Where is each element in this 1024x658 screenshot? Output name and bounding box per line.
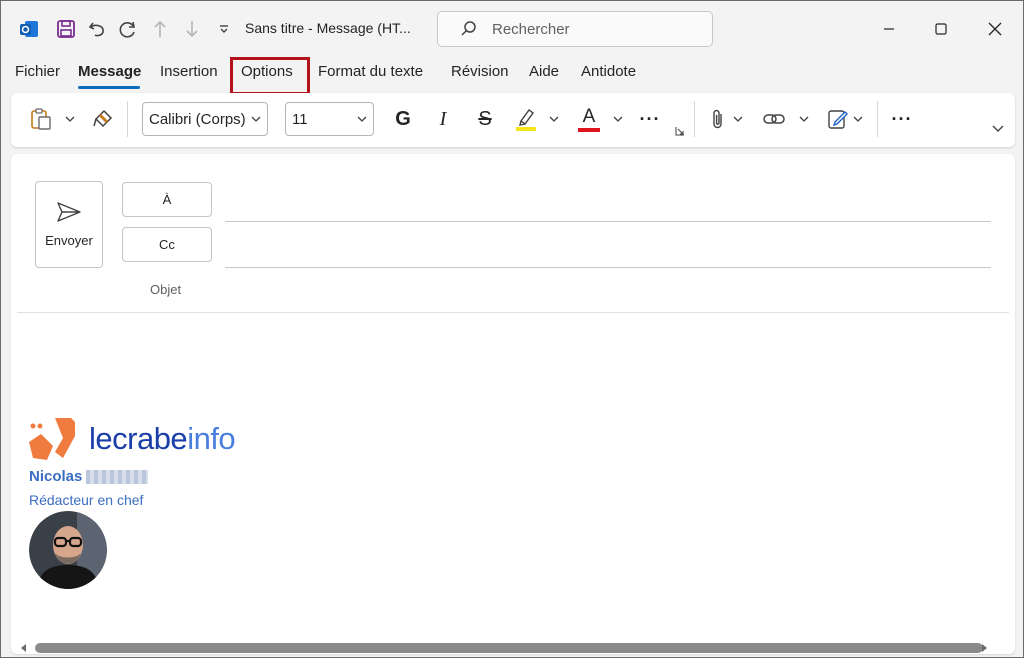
font-color-chevron-icon[interactable]	[611, 103, 625, 135]
active-tab-indicator	[78, 86, 140, 89]
signature-name: Nicolas	[29, 468, 149, 485]
tab-antidote[interactable]: Antidote	[581, 63, 636, 80]
outlook-compose-window: Sans titre - Message (HT... Rechercher F…	[0, 0, 1024, 658]
signature-title: Rédacteur en chef	[29, 492, 144, 508]
font-color-letter: A	[582, 105, 596, 127]
send-label: Envoyer	[45, 233, 93, 248]
attach-chevron-icon[interactable]	[731, 103, 745, 135]
horizontal-scrollbar[interactable]	[15, 640, 993, 656]
outlook-icon	[15, 15, 43, 43]
brand-logo-icon	[27, 416, 81, 466]
scroll-left-icon[interactable]	[19, 643, 29, 653]
to-underline	[225, 221, 991, 222]
scrollbar-thumb[interactable]	[35, 643, 983, 653]
chevron-down-icon	[357, 116, 367, 122]
highlight-icon[interactable]	[512, 103, 540, 135]
signature-first-name: Nicolas	[29, 468, 83, 485]
scroll-right-icon[interactable]	[979, 643, 989, 653]
ribbon-expand-chevron-icon[interactable]	[989, 113, 1007, 145]
dialog-launcher-icon[interactable]	[674, 125, 686, 137]
compose-area: Envoyer À Cc Objet lecrabeinfo Nicolas R…	[11, 154, 1015, 654]
customize-icon[interactable]	[215, 15, 233, 43]
signature-chevron-icon[interactable]	[851, 103, 865, 135]
search-placeholder: Rechercher	[492, 20, 570, 38]
arrow-up-icon[interactable]	[149, 15, 171, 43]
arrow-down-icon[interactable]	[181, 15, 203, 43]
redacted-surname	[86, 470, 149, 485]
more-commands-button[interactable]: ···	[889, 103, 915, 135]
paste-dropdown-chevron-icon[interactable]	[63, 103, 77, 135]
subject-label: Objet	[150, 282, 182, 297]
cc-underline	[225, 267, 991, 268]
redo-icon[interactable]	[115, 15, 141, 43]
avatar	[29, 511, 107, 589]
font-size-select[interactable]: 11	[285, 102, 374, 136]
chevron-down-icon	[251, 116, 261, 122]
maximize-button[interactable]	[919, 13, 963, 45]
bold-button[interactable]: G	[389, 103, 417, 135]
window-title: Sans titre - Message (HT...	[245, 20, 411, 36]
cc-button[interactable]: Cc	[122, 227, 212, 262]
close-button[interactable]	[973, 13, 1017, 45]
cc-field[interactable]	[225, 234, 991, 264]
tab-message[interactable]: Message	[78, 63, 141, 80]
save-icon[interactable]	[53, 15, 79, 43]
minimize-button[interactable]	[867, 13, 911, 45]
tab-fichier[interactable]: Fichier	[15, 63, 60, 80]
options-tab-highlight	[230, 57, 310, 95]
send-button[interactable]: Envoyer	[35, 181, 103, 268]
link-chevron-icon[interactable]	[797, 103, 811, 135]
font-color-button[interactable]: A	[575, 103, 603, 135]
paste-icon[interactable]	[27, 103, 55, 135]
search-icon	[461, 21, 476, 36]
highlight-chevron-icon[interactable]	[547, 103, 561, 135]
italic-button[interactable]: I	[429, 103, 457, 135]
brand-text-part1: lecrabe	[89, 421, 188, 456]
tab-format-du-texte[interactable]: Format du texte	[318, 63, 423, 80]
font-color-bar	[578, 127, 600, 132]
tab-insertion[interactable]: Insertion	[160, 63, 218, 80]
font-size-value: 11	[292, 110, 308, 128]
to-button[interactable]: À	[122, 182, 212, 217]
send-icon	[57, 202, 81, 222]
ribbon-separator	[127, 101, 128, 137]
title-bar: Sans titre - Message (HT... Rechercher	[1, 1, 1023, 57]
font-name-value: Calibri (Corps)	[149, 110, 246, 128]
header-divider	[17, 312, 1009, 313]
ribbon-toolbar: Calibri (Corps) 11 G I S A ··· ···	[11, 93, 1015, 147]
more-format-button[interactable]: ···	[637, 103, 663, 135]
signature-icon[interactable]	[825, 103, 851, 135]
search-box[interactable]: Rechercher	[437, 11, 713, 47]
ribbon-tabs: Fichier Message Insertion Options Format…	[1, 57, 1023, 93]
format-painter-icon[interactable]	[89, 103, 117, 135]
link-icon[interactable]	[761, 103, 787, 135]
brand-logo-text: lecrabeinfo	[89, 421, 236, 457]
strikethrough-button[interactable]: S	[471, 103, 499, 135]
tab-revision[interactable]: Révision	[451, 63, 509, 80]
ribbon-separator	[877, 101, 878, 137]
ribbon-separator	[694, 101, 695, 137]
tab-aide[interactable]: Aide	[529, 63, 559, 80]
font-name-select[interactable]: Calibri (Corps)	[142, 102, 268, 136]
undo-icon[interactable]	[84, 15, 110, 43]
to-field[interactable]	[225, 189, 991, 219]
brand-text-part2: info	[187, 421, 236, 456]
attach-icon[interactable]	[707, 103, 729, 135]
